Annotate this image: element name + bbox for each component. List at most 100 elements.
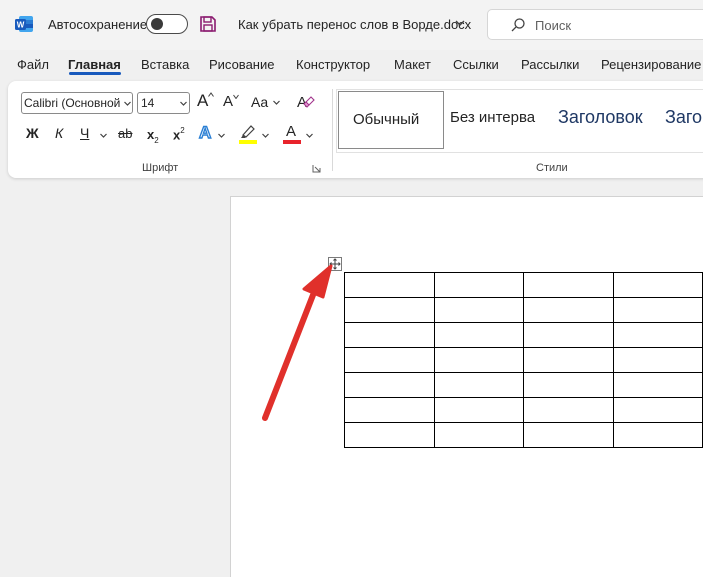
font-size-select[interactable]: 14 bbox=[137, 92, 190, 114]
font-color-icon: A bbox=[286, 123, 297, 140]
table-cell[interactable] bbox=[344, 297, 435, 323]
table-cell[interactable] bbox=[344, 347, 435, 373]
table-cell[interactable] bbox=[433, 347, 524, 373]
search-input[interactable]: Поиск bbox=[535, 18, 571, 33]
table-cell[interactable] bbox=[344, 372, 435, 398]
table-row bbox=[344, 397, 703, 423]
dialog-launcher-icon[interactable] bbox=[312, 164, 321, 173]
table-cell[interactable] bbox=[523, 397, 614, 423]
tab-draw[interactable]: Рисование bbox=[209, 57, 274, 72]
table-cell[interactable] bbox=[612, 372, 703, 398]
table-cell[interactable] bbox=[344, 272, 435, 298]
table-row bbox=[344, 347, 703, 373]
style-heading1[interactable]: Заголовок bbox=[558, 90, 658, 150]
table-cell[interactable] bbox=[612, 397, 703, 423]
text-effects-icon: A bbox=[198, 122, 212, 142]
table-cell[interactable] bbox=[523, 347, 614, 373]
table-cell[interactable] bbox=[612, 322, 703, 348]
chevron-down-icon[interactable] bbox=[454, 17, 466, 29]
font-color-button[interactable]: A bbox=[283, 123, 317, 145]
style-heading2[interactable]: Заго bbox=[661, 90, 703, 150]
autosave-label: Автосохранение bbox=[48, 17, 148, 32]
tab-home[interactable]: Главная bbox=[68, 57, 121, 72]
superscript-button[interactable]: x2 bbox=[173, 126, 185, 144]
font-group-label: Шрифт bbox=[142, 162, 179, 174]
table-row bbox=[344, 272, 703, 298]
table-cell[interactable] bbox=[433, 422, 524, 448]
chevron-down-icon bbox=[273, 100, 280, 105]
table-cell[interactable] bbox=[612, 297, 703, 323]
style-heading1-label: Заголовок bbox=[558, 107, 643, 127]
underline-button[interactable]: Ч bbox=[80, 125, 89, 141]
move-icon bbox=[329, 258, 341, 270]
autosave-toggle[interactable] bbox=[146, 14, 188, 34]
clear-formatting-icon[interactable]: A bbox=[295, 92, 315, 112]
font-color-bar bbox=[283, 140, 301, 144]
autosave-toggle-knob bbox=[151, 18, 163, 30]
word-app-icon: W bbox=[15, 16, 33, 32]
style-normal[interactable]: Обычный bbox=[338, 91, 444, 149]
table-cell[interactable] bbox=[344, 322, 435, 348]
text-effects-button[interactable]: A bbox=[198, 122, 225, 143]
table-cell[interactable] bbox=[433, 372, 524, 398]
table-cell[interactable] bbox=[523, 297, 614, 323]
tab-insert[interactable]: Вставка bbox=[141, 57, 189, 72]
table-cell[interactable] bbox=[523, 322, 614, 348]
table-cell[interactable] bbox=[433, 322, 524, 348]
search-box[interactable]: Поиск bbox=[487, 9, 703, 40]
table-cell[interactable] bbox=[523, 272, 614, 298]
table-cell[interactable] bbox=[344, 397, 435, 423]
save-icon[interactable] bbox=[199, 15, 217, 33]
table-cell[interactable] bbox=[612, 347, 703, 373]
shrink-font-icon: A bbox=[223, 93, 234, 110]
highlighter-icon bbox=[241, 125, 255, 138]
highlight-color-bar bbox=[239, 140, 257, 144]
style-no-spacing-label: Без интерва bbox=[450, 109, 536, 126]
chevron-down-icon bbox=[262, 133, 269, 138]
document-title[interactable]: Как убрать перенос слов в Ворде.docx bbox=[238, 17, 471, 32]
table-cell[interactable] bbox=[433, 272, 524, 298]
document-table[interactable] bbox=[344, 272, 703, 448]
style-no-spacing[interactable]: Без интерва bbox=[450, 90, 552, 150]
table-row bbox=[344, 372, 703, 398]
superscript-mark: 2 bbox=[180, 126, 185, 135]
style-normal-label: Обычный bbox=[353, 111, 420, 128]
style-heading2-label: Заго bbox=[665, 107, 703, 127]
font-name-select[interactable]: Calibri (Основной bbox=[21, 92, 133, 114]
table-cell[interactable] bbox=[523, 372, 614, 398]
strikethrough-button[interactable]: ab bbox=[118, 126, 132, 141]
highlight-button[interactable] bbox=[239, 123, 273, 145]
caret-down-icon bbox=[233, 94, 239, 99]
shrink-font-button[interactable]: A bbox=[223, 93, 239, 111]
table-cell[interactable] bbox=[344, 422, 435, 448]
table-cell[interactable] bbox=[612, 422, 703, 448]
grow-font-icon: A bbox=[197, 91, 209, 110]
grow-font-button[interactable]: A bbox=[197, 91, 214, 111]
subscript-mark: 2 bbox=[154, 136, 159, 146]
styles-group-label: Стили bbox=[536, 162, 568, 174]
table-cell[interactable] bbox=[433, 297, 524, 323]
table-move-handle[interactable] bbox=[328, 257, 342, 271]
table-cell[interactable] bbox=[523, 422, 614, 448]
change-case-button[interactable]: Aa bbox=[251, 94, 280, 112]
bold-button[interactable]: Ж bbox=[26, 125, 39, 141]
tab-design[interactable]: Конструктор bbox=[296, 57, 370, 72]
tab-review[interactable]: Рецензирование bbox=[601, 57, 701, 72]
tab-layout[interactable]: Макет bbox=[394, 57, 431, 72]
table-cell[interactable] bbox=[612, 272, 703, 298]
chevron-down-icon bbox=[124, 101, 131, 106]
subscript-button[interactable]: x2 bbox=[147, 126, 159, 145]
tab-file[interactable]: Файл bbox=[17, 57, 49, 72]
table-row bbox=[344, 322, 703, 348]
table-cell[interactable] bbox=[433, 397, 524, 423]
table-row bbox=[344, 297, 703, 323]
group-divider bbox=[332, 89, 333, 171]
ribbon-tabs: Файл Главная Вставка Рисование Конструкт… bbox=[0, 52, 703, 82]
tab-mailings[interactable]: Рассылки bbox=[521, 57, 579, 72]
search-icon bbox=[511, 18, 525, 32]
chevron-down-icon[interactable] bbox=[99, 131, 108, 140]
active-tab-indicator bbox=[69, 72, 121, 75]
tab-references[interactable]: Ссылки bbox=[453, 57, 499, 72]
title-bar: W Автосохранение Как убрать перенос слов… bbox=[0, 0, 703, 50]
italic-button[interactable]: К bbox=[55, 125, 63, 141]
